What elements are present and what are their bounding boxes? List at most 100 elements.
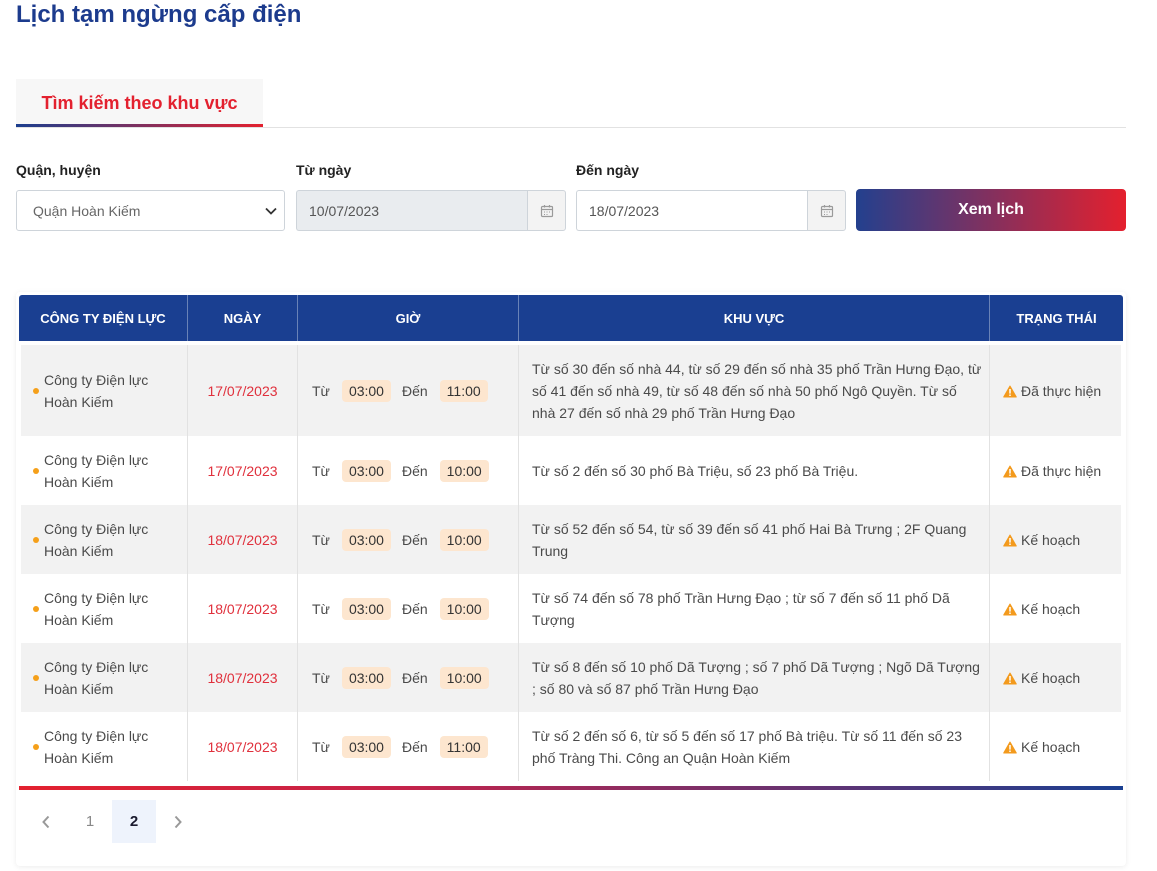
area-cell: Từ số 74 đến số 78 phố Trần Hưng Đạo ; t… xyxy=(519,574,990,643)
chevron-down-icon xyxy=(265,207,277,215)
table-row: Công ty Điện lực Hoàn Kiếm 18/07/2023 Từ 03… xyxy=(21,574,1121,643)
time-to-badge: 10:00 xyxy=(439,667,489,689)
status-cell: Đã thực hiện xyxy=(990,345,1120,436)
time-cell: Từ 03:00 Đến 10:00 xyxy=(298,505,519,574)
to-date-input[interactable] xyxy=(576,190,807,231)
status-text: Đã thực hiện xyxy=(1021,463,1102,479)
prev-page-button[interactable] xyxy=(24,800,68,843)
time-to-label: Đến xyxy=(401,601,428,617)
outage-date: 17/07/2023 xyxy=(207,463,278,479)
area-cell: Từ số 30 đến số nhà 44, từ số 29 đến số … xyxy=(519,345,990,436)
company-name: Công ty Điện lực Hoàn Kiếm xyxy=(44,590,149,628)
time-to-badge: 10:00 xyxy=(439,598,489,620)
status-cell: Kế hoạch xyxy=(990,505,1120,574)
schedule-table-card: CÔNG TY ĐIỆN LỰC NGÀY GIỜ KHU VỰC TRẠNG … xyxy=(16,292,1126,866)
status-cell: Đã thực hiện xyxy=(990,436,1120,505)
date-cell: 18/07/2023 xyxy=(188,505,298,574)
time-from-badge: 03:00 xyxy=(341,529,391,551)
time-to-label: Đến xyxy=(401,739,428,755)
warning-icon xyxy=(1003,741,1017,753)
from-date-label: Từ ngày xyxy=(296,162,352,178)
area-text: Từ số 52 đến số 54, từ số 39 đến số 41 p… xyxy=(532,521,967,559)
time-to-badge: 10:00 xyxy=(439,460,489,482)
time-from-badge: 03:00 xyxy=(341,667,391,689)
time-cell: Từ 03:00 Đến 11:00 xyxy=(298,712,519,781)
chevron-left-icon xyxy=(42,815,50,828)
company-name: Công ty Điện lực Hoàn Kiếm xyxy=(44,452,149,490)
time-from-label: Từ xyxy=(312,383,330,399)
page-title: Lịch tạm ngừng cấp điện xyxy=(16,1,302,28)
from-date-group xyxy=(296,190,566,231)
area-text: Từ số 8 đến số 10 phố Dã Tượng ; số 7 ph… xyxy=(532,659,980,697)
to-date-calendar-button[interactable] xyxy=(807,190,846,231)
status-text: Kế hoạch xyxy=(1021,739,1081,755)
company-cell: Công ty Điện lực Hoàn Kiếm xyxy=(21,712,188,781)
district-select-value: Quận Hoàn Kiếm xyxy=(33,202,141,219)
time-to-badge: 11:00 xyxy=(439,736,488,758)
status-cell: Kế hoạch xyxy=(990,574,1120,643)
table-row: Công ty Điện lực Hoàn Kiếm 17/07/2023 Từ 03… xyxy=(21,345,1121,436)
table-header: CÔNG TY ĐIỆN LỰC NGÀY GIỜ KHU VỰC TRẠNG … xyxy=(19,295,1123,341)
status-text: Kế hoạch xyxy=(1021,670,1081,686)
district-label: Quận, huyện xyxy=(16,162,101,178)
time-to-label: Đến xyxy=(401,383,428,399)
time-from-label: Từ xyxy=(312,670,330,686)
time-cell: Từ 03:00 Đến 10:00 xyxy=(298,643,519,712)
tab-label: Tìm kiếm theo khu vực xyxy=(41,92,238,113)
table-row: Công ty Điện lực Hoàn Kiếm 18/07/2023 Từ 03… xyxy=(21,712,1121,781)
date-cell: 17/07/2023 xyxy=(188,436,298,505)
page-1-button[interactable]: 1 xyxy=(68,800,112,843)
area-text: Từ số 2 đến số 30 phố Bà Triệu, số 23 ph… xyxy=(532,463,859,479)
area-cell: Từ số 2 đến số 6, từ số 5 đến số 17 phố … xyxy=(519,712,990,781)
to-date-group xyxy=(576,190,846,231)
calendar-icon xyxy=(540,204,553,217)
header-time: GIỜ xyxy=(298,295,519,341)
warning-icon xyxy=(1003,672,1017,684)
warning-icon xyxy=(1003,465,1017,477)
company-name: Công ty Điện lực Hoàn Kiếm xyxy=(44,659,149,697)
time-to-label: Đến xyxy=(401,463,428,479)
area-text: Từ số 74 đến số 78 phố Trần Hưng Đạo ; t… xyxy=(532,590,950,628)
company-name: Công ty Điện lực Hoàn Kiếm xyxy=(44,728,149,766)
date-cell: 18/07/2023 xyxy=(188,712,298,781)
date-cell: 18/07/2023 xyxy=(188,643,298,712)
warning-icon xyxy=(1003,534,1017,546)
header-company: CÔNG TY ĐIỆN LỰC xyxy=(19,295,188,341)
date-cell: 18/07/2023 xyxy=(188,574,298,643)
page-2-button[interactable]: 2 xyxy=(112,800,156,843)
table-row: Công ty Điện lực Hoàn Kiếm 18/07/2023 Từ 03… xyxy=(21,505,1121,574)
from-date-calendar-button[interactable] xyxy=(527,190,566,231)
time-to-label: Đến xyxy=(401,532,428,548)
time-cell: Từ 03:00 Đến 11:00 xyxy=(298,345,519,436)
header-status: TRẠNG THÁI xyxy=(1016,310,1097,326)
from-date-input[interactable] xyxy=(296,190,527,231)
time-to-badge: 10:00 xyxy=(439,529,489,551)
to-date-label: Đến ngày xyxy=(576,162,640,178)
time-from-badge: 03:00 xyxy=(341,736,391,758)
time-from-label: Từ xyxy=(312,601,330,617)
area-text: Từ số 2 đến số 6, từ số 5 đến số 17 phố … xyxy=(532,728,962,766)
view-schedule-button[interactable]: Xem lịch xyxy=(856,189,1126,231)
status-text: Đã thực hiện xyxy=(1021,383,1102,399)
company-dot-icon xyxy=(33,675,39,681)
time-from-label: Từ xyxy=(312,739,330,755)
table-row: Công ty Điện lực Hoàn Kiếm 17/07/2023 Từ 03… xyxy=(21,436,1121,505)
company-dot-icon xyxy=(33,537,39,543)
time-cell: Từ 03:00 Đến 10:00 xyxy=(298,436,519,505)
status-cell: Kế hoạch xyxy=(990,643,1120,712)
company-name: Công ty Điện lực Hoàn Kiếm xyxy=(44,521,149,559)
next-page-button[interactable] xyxy=(156,800,200,843)
company-dot-icon xyxy=(33,744,39,750)
company-name: Công ty Điện lực Hoàn Kiếm xyxy=(44,372,149,410)
outage-date: 18/07/2023 xyxy=(207,670,278,686)
district-select[interactable]: Quận Hoàn Kiếm xyxy=(16,190,285,231)
tab-search-by-area[interactable]: Tìm kiếm theo khu vực xyxy=(16,79,263,127)
status-text: Kế hoạch xyxy=(1021,532,1081,548)
header-area: KHU VỰC xyxy=(519,295,990,341)
date-cell: 17/07/2023 xyxy=(188,345,298,436)
time-to-badge: 11:00 xyxy=(439,380,488,402)
status-cell: Kế hoạch xyxy=(990,712,1120,781)
time-to-label: Đến xyxy=(401,670,428,686)
company-cell: Công ty Điện lực Hoàn Kiếm xyxy=(21,574,188,643)
outage-date: 18/07/2023 xyxy=(207,739,278,755)
